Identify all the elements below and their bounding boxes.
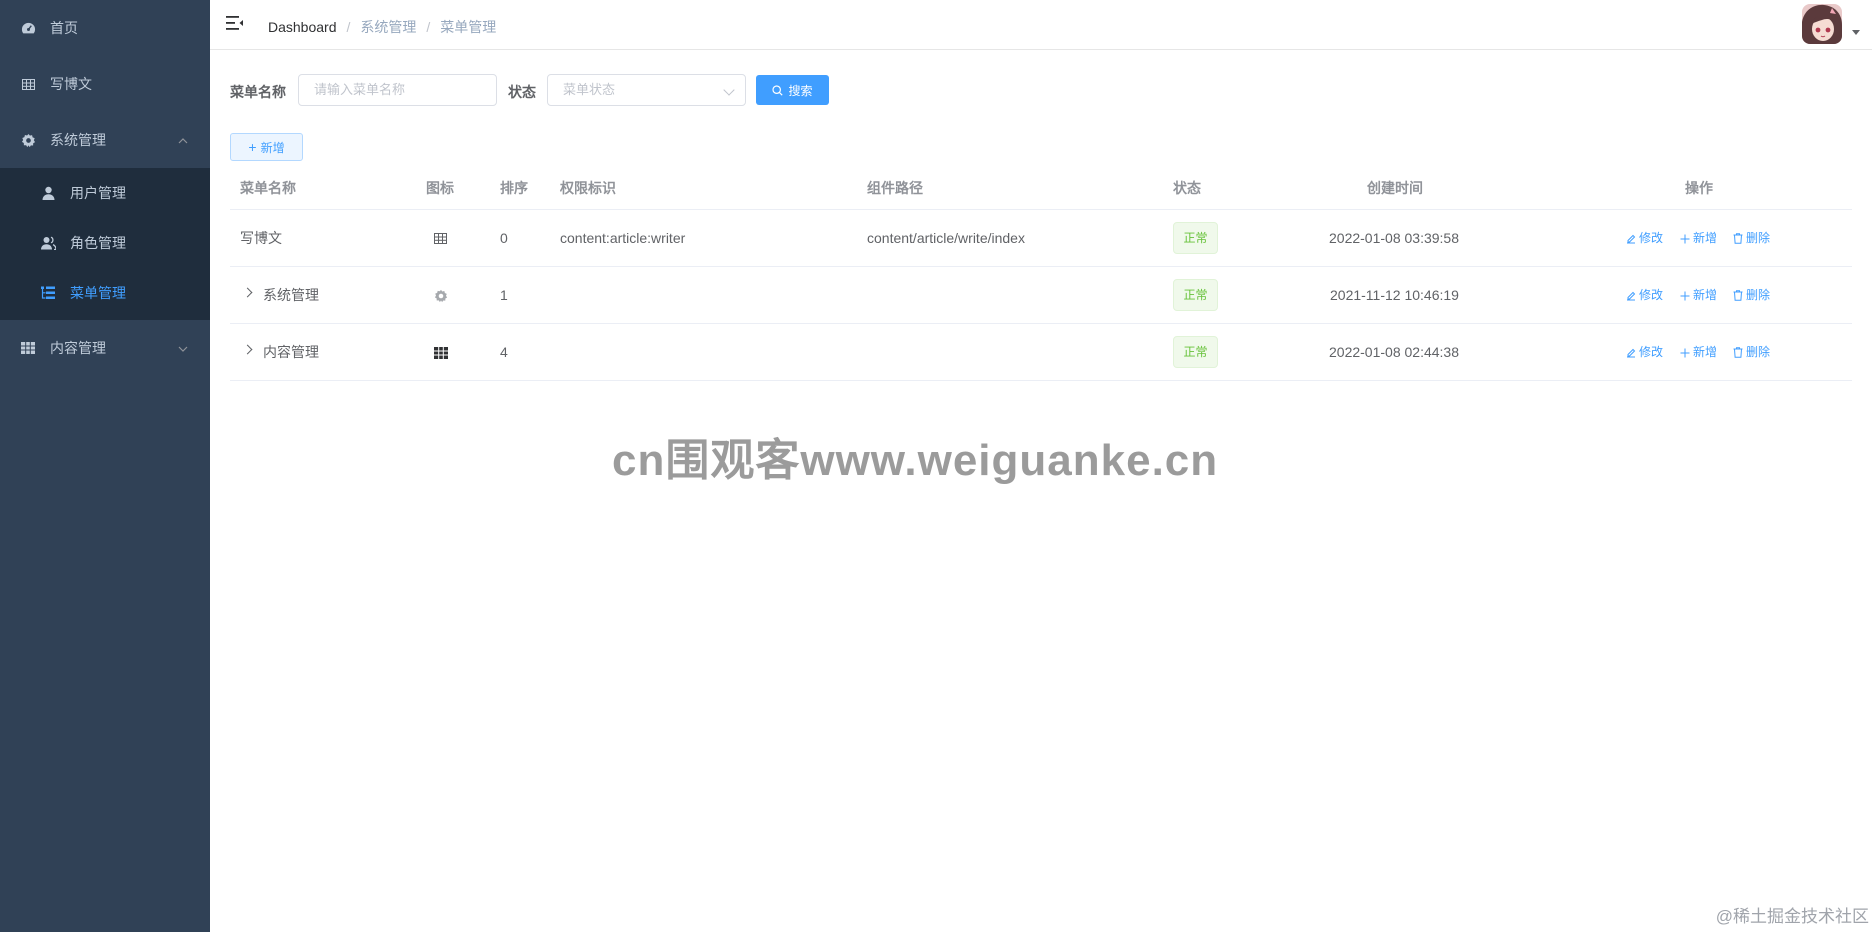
cell-menu-name: 写博文 bbox=[240, 230, 282, 246]
cell-order: 1 bbox=[500, 287, 508, 303]
delete-button[interactable]: 删除 bbox=[1733, 324, 1770, 381]
status-select[interactable]: 菜单状态 bbox=[547, 74, 746, 106]
menu-name-input[interactable]: 请输入菜单名称 bbox=[298, 74, 497, 106]
chevron-up-icon bbox=[178, 133, 188, 147]
caret-down-icon[interactable] bbox=[1852, 30, 1860, 35]
sidebar-item-user-management[interactable]: 用户管理 bbox=[0, 168, 210, 218]
trash-icon bbox=[1733, 347, 1743, 358]
sidebar-item-home[interactable]: 首页 bbox=[0, 0, 210, 56]
gear-icon bbox=[20, 132, 36, 148]
menu-table: 菜单名称 图标 排序 权限标识 组件路径 状态 创建时间 操作 写博文 0 co… bbox=[230, 166, 1852, 381]
sidebar-item-label: 菜单管理 bbox=[70, 285, 126, 301]
breadcrumb-dashboard[interactable]: Dashboard bbox=[268, 19, 337, 35]
edit-icon bbox=[1626, 348, 1636, 358]
sidebar-item-write-blog[interactable]: 写博文 bbox=[0, 56, 210, 112]
peoples-icon bbox=[40, 235, 56, 251]
chevron-down-icon bbox=[723, 84, 735, 96]
status-label: 状态 bbox=[508, 84, 536, 100]
status-badge: 正常 bbox=[1173, 336, 1218, 368]
cell-created: 2022-01-08 02:44:38 bbox=[1329, 344, 1459, 360]
status-badge: 正常 bbox=[1173, 222, 1218, 254]
column-header-component: 组件路径 bbox=[867, 180, 923, 196]
sidebar: 首页 写博文 系统管理 用户管理 角色管理 菜单管理 内容管理 bbox=[0, 0, 210, 932]
expand-icon[interactable] bbox=[242, 287, 253, 298]
cell-order: 0 bbox=[500, 230, 508, 246]
edit-button[interactable]: 修改 bbox=[1626, 210, 1663, 267]
table-icon bbox=[433, 231, 448, 246]
plus-icon bbox=[1680, 291, 1690, 301]
add-child-button[interactable]: 新增 bbox=[1680, 210, 1717, 267]
table-header: 菜单名称 图标 排序 权限标识 组件路径 状态 创建时间 操作 bbox=[230, 166, 1852, 210]
tree-table-icon bbox=[40, 285, 56, 301]
add-button-label: 新增 bbox=[260, 140, 285, 155]
sidebar-item-label: 写博文 bbox=[50, 76, 92, 92]
cell-created: 2021-11-12 10:46:19 bbox=[1330, 287, 1459, 303]
edit-icon bbox=[1626, 291, 1636, 301]
gear-icon bbox=[433, 288, 448, 303]
trash-icon bbox=[1733, 233, 1743, 244]
column-header-actions: 操作 bbox=[1685, 180, 1713, 196]
column-header-icon: 图标 bbox=[426, 180, 454, 196]
sidebar-item-label: 系统管理 bbox=[50, 132, 106, 148]
cell-order: 4 bbox=[500, 344, 508, 360]
breadcrumb-separator: / bbox=[346, 19, 351, 35]
plus-icon: + bbox=[248, 139, 257, 155]
sidebar-item-label: 用户管理 bbox=[70, 185, 126, 201]
table-row: 写博文 0 content:article:writer content/art… bbox=[230, 210, 1852, 267]
sidebar-item-system[interactable]: 系统管理 bbox=[0, 112, 210, 168]
add-child-button[interactable]: 新增 bbox=[1680, 324, 1717, 381]
user-icon bbox=[40, 185, 56, 201]
plus-icon bbox=[1680, 234, 1690, 244]
column-header-name: 菜单名称 bbox=[240, 180, 296, 196]
sidebar-item-label: 内容管理 bbox=[50, 340, 106, 356]
delete-button[interactable]: 删除 bbox=[1733, 267, 1770, 324]
grid-icon bbox=[20, 340, 36, 356]
cell-perms: content:article:writer bbox=[560, 230, 686, 246]
delete-button[interactable]: 删除 bbox=[1733, 210, 1770, 267]
expand-icon[interactable] bbox=[242, 344, 253, 355]
watermark: cn围观客www.weiguanke.cn bbox=[612, 436, 1219, 485]
table-icon bbox=[20, 76, 36, 92]
navbar: Dashboard / 系统管理 / 菜单管理 bbox=[210, 0, 1872, 50]
menu-name-label: 菜单名称 bbox=[230, 84, 286, 100]
sidebar-item-role-management[interactable]: 角色管理 bbox=[0, 218, 210, 268]
cell-menu-name: 内容管理 bbox=[263, 344, 319, 360]
dashboard-icon bbox=[20, 20, 36, 36]
status-badge: 正常 bbox=[1173, 279, 1218, 311]
breadcrumb-system: 系统管理 bbox=[360, 19, 417, 35]
grid-icon bbox=[433, 345, 448, 360]
trash-icon bbox=[1733, 290, 1743, 301]
cell-component: content/article/write/index bbox=[867, 230, 1025, 246]
search-button[interactable]: 搜索 bbox=[756, 75, 829, 105]
add-button[interactable]: + 新增 bbox=[230, 133, 303, 161]
column-header-created: 创建时间 bbox=[1367, 180, 1423, 196]
search-button-label: 搜索 bbox=[788, 83, 813, 98]
edit-button[interactable]: 修改 bbox=[1626, 324, 1663, 381]
system-submenu: 用户管理 角色管理 菜单管理 bbox=[0, 168, 210, 320]
plus-icon bbox=[1680, 348, 1690, 358]
hamburger-icon[interactable] bbox=[226, 15, 246, 33]
sidebar-item-label: 角色管理 bbox=[70, 235, 126, 251]
table-row: 内容管理 4 正常 2022-01-08 02:44:38 修改 新增 删除 bbox=[230, 324, 1852, 381]
column-header-status: 状态 bbox=[1173, 180, 1201, 196]
breadcrumb-menu: 菜单管理 bbox=[440, 19, 497, 35]
chevron-down-icon bbox=[178, 341, 188, 355]
column-header-order: 排序 bbox=[500, 180, 528, 196]
status-select-placeholder: 菜单状态 bbox=[563, 82, 616, 97]
edit-button[interactable]: 修改 bbox=[1626, 267, 1663, 324]
breadcrumb-separator: / bbox=[426, 19, 431, 35]
footer-credit: @稀土掘金技术社区 bbox=[1715, 907, 1869, 926]
table-row: 系统管理 1 正常 2021-11-12 10:46:19 修改 新增 删除 bbox=[230, 267, 1852, 324]
breadcrumb: Dashboard / 系统管理 / 菜单管理 bbox=[268, 17, 496, 37]
avatar[interactable] bbox=[1802, 4, 1842, 44]
edit-icon bbox=[1626, 234, 1636, 244]
cell-created: 2022-01-08 03:39:58 bbox=[1329, 230, 1459, 246]
cell-menu-name: 系统管理 bbox=[263, 287, 319, 303]
column-header-perms: 权限标识 bbox=[560, 180, 616, 196]
sidebar-item-menu-management[interactable]: 菜单管理 bbox=[0, 268, 210, 318]
search-icon bbox=[772, 84, 784, 96]
sidebar-item-label: 首页 bbox=[50, 20, 78, 36]
sidebar-item-content[interactable]: 内容管理 bbox=[0, 320, 210, 376]
add-child-button[interactable]: 新增 bbox=[1680, 267, 1717, 324]
